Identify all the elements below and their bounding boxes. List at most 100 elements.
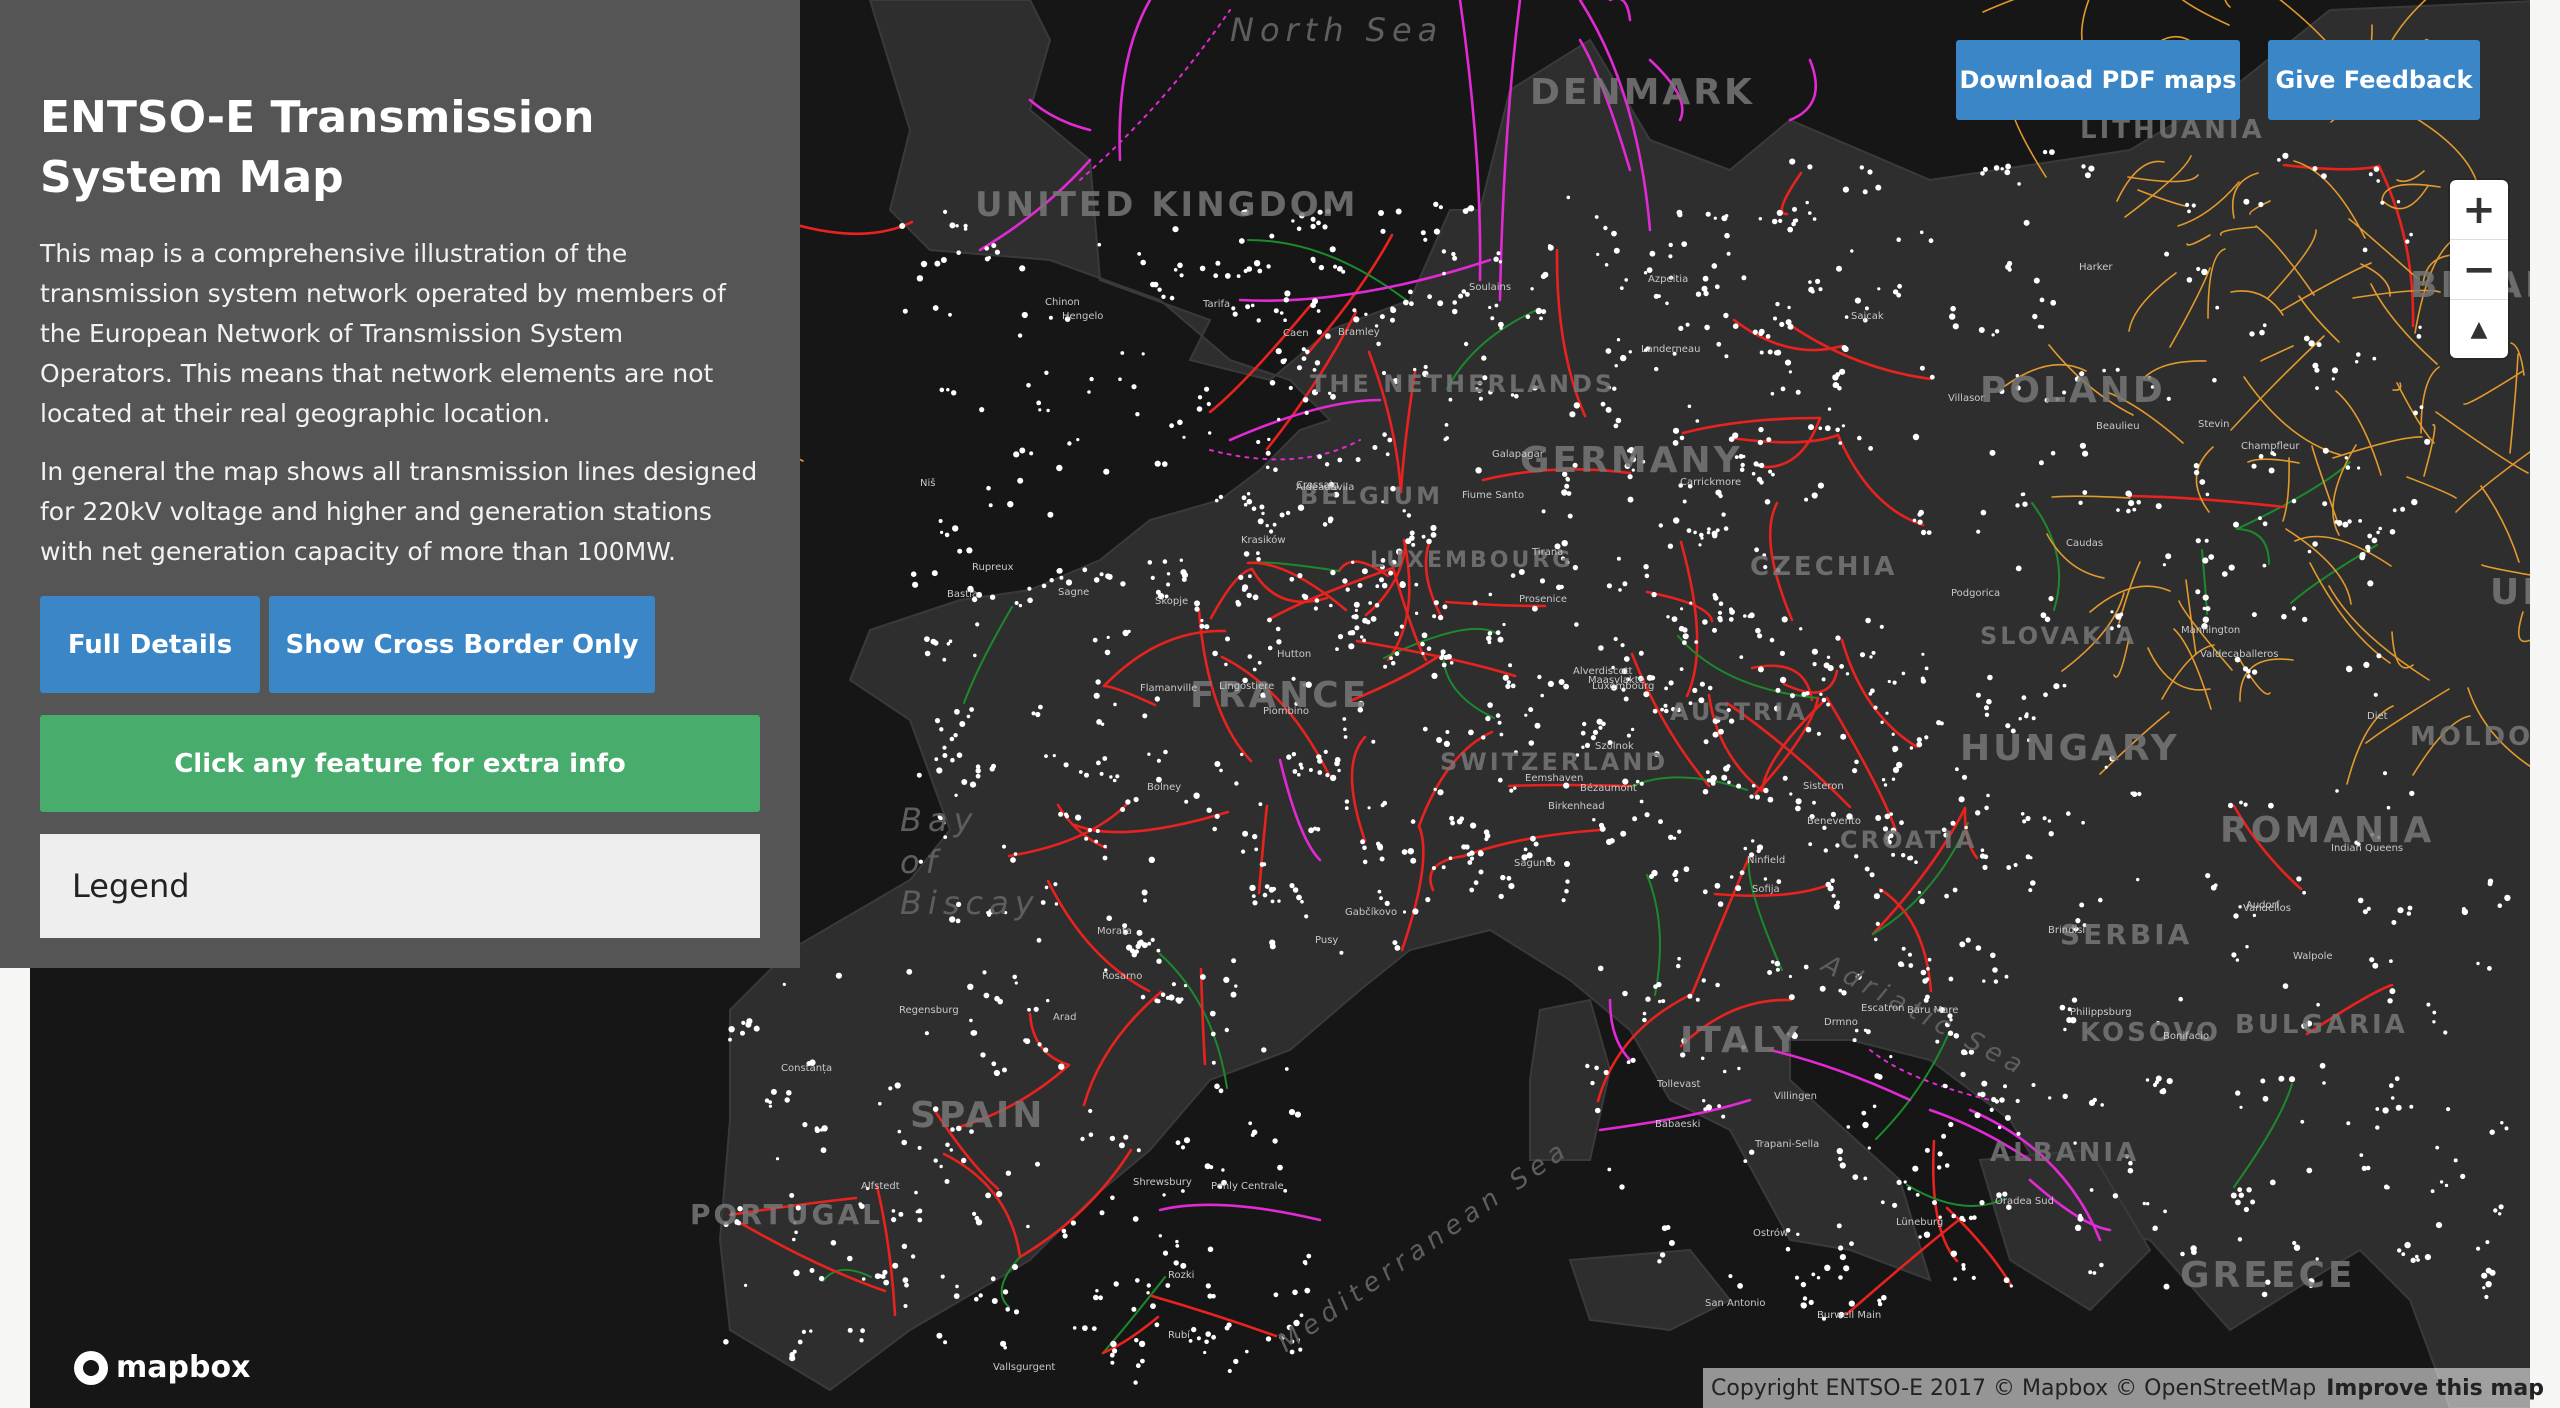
generation-station[interactable] (1677, 212, 1683, 218)
generation-station[interactable] (1751, 839, 1755, 843)
generation-station[interactable] (1135, 412, 1140, 417)
generation-station[interactable] (1243, 268, 1248, 274)
generation-station[interactable] (1142, 713, 1148, 719)
generation-station[interactable] (1606, 583, 1612, 589)
generation-station[interactable] (1133, 1380, 1138, 1385)
generation-station[interactable] (2312, 541, 2318, 547)
generation-station[interactable] (1437, 789, 1444, 796)
generation-station[interactable] (1728, 1274, 1733, 1279)
generation-station[interactable] (1027, 597, 1033, 604)
generation-station[interactable] (1619, 1184, 1625, 1190)
generation-station[interactable] (948, 312, 952, 317)
generation-station[interactable] (1510, 683, 1516, 689)
generation-station[interactable] (1499, 732, 1504, 737)
generation-station[interactable] (1836, 265, 1842, 272)
generation-station[interactable] (1533, 841, 1539, 847)
generation-station[interactable] (2375, 1107, 2380, 1111)
generation-station[interactable] (1442, 271, 1446, 276)
generation-station[interactable] (2250, 1199, 2256, 1205)
generation-station[interactable] (1171, 982, 1176, 987)
generation-station[interactable] (1702, 275, 1709, 282)
generation-station[interactable] (2023, 219, 2030, 226)
generation-station[interactable] (2212, 377, 2217, 383)
generation-station[interactable] (1868, 446, 1873, 451)
generation-station[interactable] (1682, 640, 1687, 646)
generation-station[interactable] (1668, 680, 1674, 686)
generation-station[interactable] (1502, 674, 1509, 681)
generation-station[interactable] (906, 968, 913, 975)
generation-station[interactable] (1256, 557, 1261, 562)
generation-station[interactable] (1284, 1067, 1289, 1071)
generation-station[interactable] (1707, 685, 1713, 691)
generation-station[interactable] (2005, 163, 2011, 170)
generation-station[interactable] (1166, 572, 1171, 576)
generation-station[interactable] (1994, 1099, 2000, 1104)
generation-station[interactable] (2347, 519, 2352, 524)
generation-station[interactable] (2382, 1107, 2389, 1114)
generation-station[interactable] (1242, 830, 1249, 837)
generation-station[interactable] (1058, 811, 1064, 817)
generation-station[interactable] (1302, 397, 1309, 403)
generation-station[interactable] (2196, 266, 2201, 272)
generation-station[interactable] (1661, 999, 1666, 1004)
generation-station[interactable] (1657, 1259, 1662, 1264)
generation-station[interactable] (1267, 437, 1271, 442)
generation-station[interactable] (2131, 791, 2138, 797)
generation-station[interactable] (786, 1090, 792, 1096)
generation-station[interactable] (2013, 862, 2018, 868)
generation-station[interactable] (917, 1217, 923, 1223)
generation-station[interactable] (1109, 775, 1113, 779)
generation-station[interactable] (1863, 1176, 1868, 1181)
generation-station[interactable] (1924, 735, 1929, 740)
generation-station[interactable] (1135, 943, 1141, 949)
generation-station[interactable] (1147, 752, 1151, 756)
generation-station[interactable] (1955, 767, 1959, 772)
generation-station[interactable] (1109, 1352, 1115, 1358)
generation-station[interactable] (2386, 805, 2391, 810)
generation-station[interactable] (924, 1031, 930, 1036)
generation-station[interactable] (901, 1243, 908, 1250)
generation-station[interactable] (2342, 521, 2349, 528)
generation-station[interactable] (1620, 830, 1627, 837)
generation-station[interactable] (1150, 937, 1155, 943)
generation-station[interactable] (1317, 770, 1323, 775)
generation-station[interactable] (1660, 707, 1664, 712)
generation-station[interactable] (2048, 1096, 2052, 1100)
generation-station[interactable] (1854, 1028, 1859, 1033)
generation-station[interactable] (1838, 441, 1843, 445)
generation-station[interactable] (1535, 307, 1543, 315)
generation-station[interactable] (1845, 672, 1850, 676)
generation-station[interactable] (2312, 362, 2319, 369)
generation-station[interactable] (1203, 1350, 1207, 1355)
generation-station[interactable] (1920, 529, 1927, 536)
generation-station[interactable] (1826, 702, 1831, 707)
generation-station[interactable] (1788, 994, 1795, 1001)
generation-station[interactable] (1991, 333, 1995, 337)
generation-station[interactable] (1390, 317, 1395, 323)
generation-station[interactable] (1421, 632, 1428, 639)
generation-station[interactable] (1177, 262, 1183, 269)
generation-station[interactable] (2066, 811, 2071, 816)
generation-station[interactable] (2424, 1254, 2431, 1261)
generation-station[interactable] (1818, 287, 1823, 292)
generation-station[interactable] (1378, 210, 1384, 216)
generation-station[interactable] (1880, 1200, 1885, 1205)
generation-station[interactable] (1992, 967, 1998, 973)
generation-station[interactable] (1254, 847, 1259, 852)
generation-station[interactable] (1049, 578, 1054, 583)
generation-station[interactable] (1649, 250, 1656, 257)
generation-station[interactable] (1643, 271, 1648, 275)
generation-station[interactable] (1667, 543, 1674, 549)
generation-station[interactable] (1093, 577, 1100, 583)
generation-station[interactable] (2389, 529, 2396, 535)
compass-icon[interactable]: ▲ (2450, 300, 2508, 359)
generation-station[interactable] (1665, 1225, 1671, 1230)
generation-station[interactable] (1743, 846, 1748, 851)
generation-station[interactable] (1713, 595, 1719, 601)
generation-station[interactable] (888, 1086, 893, 1091)
generation-station[interactable] (1441, 865, 1446, 870)
generation-station[interactable] (1737, 1283, 1743, 1289)
generation-station[interactable] (1651, 591, 1657, 598)
generation-station[interactable] (1168, 994, 1175, 1001)
generation-station[interactable] (2082, 450, 2089, 457)
